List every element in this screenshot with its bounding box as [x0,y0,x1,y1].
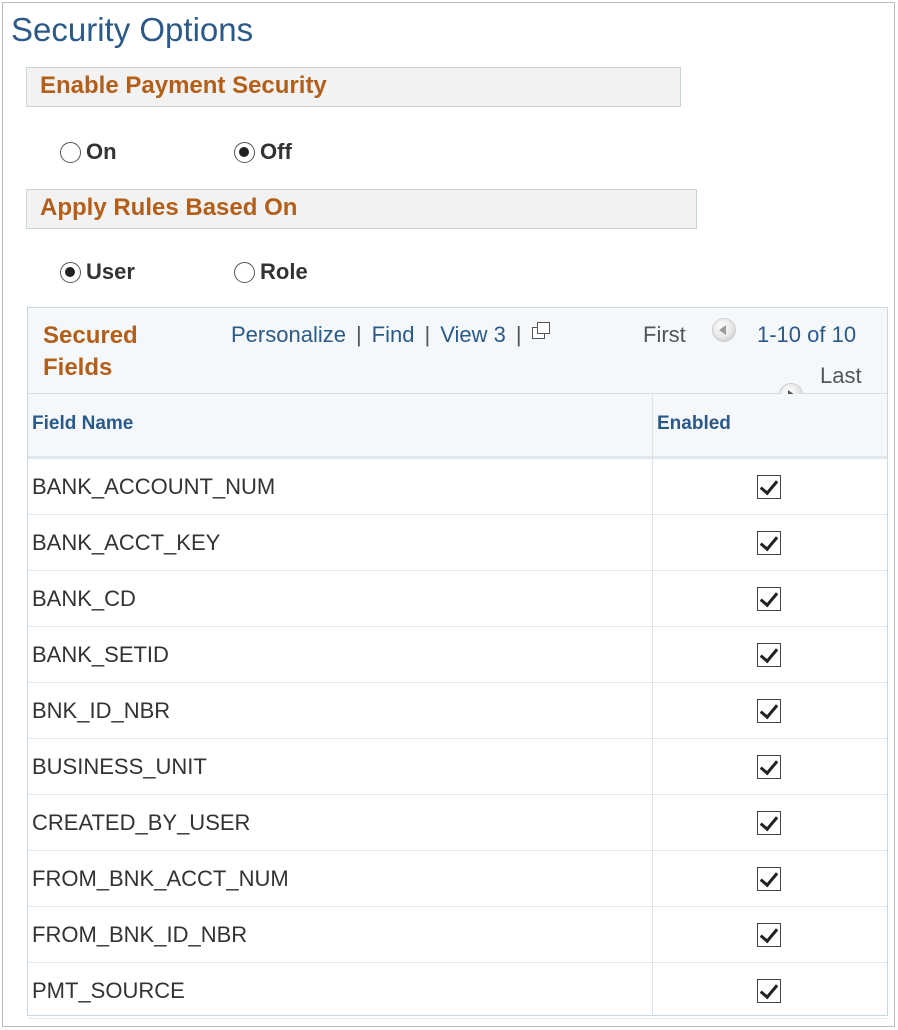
find-link[interactable]: Find [372,322,415,348]
field-name-cell: FROM_BNK_ACCT_NUM [32,866,289,891]
table-row: BANK_SETID [28,627,887,683]
grid-rows: BANK_ACCOUNT_NUM BANK_ACCT_KEY BANK_CD BANK… [28,459,887,1019]
table-row: BANK_ACCOUNT_NUM [28,459,887,515]
radio-circle-checked-icon [234,141,255,163]
apply-rules-user-radio[interactable]: User [60,259,135,285]
separator: | [355,322,362,347]
column-header-row: Field Name Enabled [28,394,887,459]
field-name-cell: PMT_SOURCE [32,978,185,1003]
enabled-checkbox[interactable] [757,475,781,499]
radio-circle-icon [60,141,81,163]
radio-label: User [86,259,135,284]
table-row: BNK_ID_NBR [28,683,887,739]
view-all-link[interactable]: View 3 [440,322,506,348]
pager-count: 1-10 of 10 [757,322,857,347]
apply-rules-label: Apply Rules Based On [40,194,298,221]
field-name-cell: BANK_CD [32,586,136,611]
table-row: BANK_CD [28,571,887,627]
grid-title: Secured Fields [43,322,138,381]
new-window-icon[interactable] [531,321,551,341]
enabled-checkbox[interactable] [757,699,781,723]
table-row: FROM_BNK_ID_NBR [28,907,887,963]
personalize-link[interactable]: Personalize [231,322,346,348]
field-name-cell: CREATED_BY_USER [32,810,251,835]
radio-label: Role [260,259,308,284]
payment-security-section: Enable Payment Security [26,67,681,107]
payment-security-off-radio[interactable]: Off [234,139,292,165]
grid-toolbar: Personalize | Find | View 3 | [231,321,551,348]
field-name-cell: BANK_SETID [32,642,169,667]
enabled-checkbox[interactable] [757,923,781,947]
enabled-checkbox[interactable] [757,979,781,1003]
enabled-checkbox[interactable] [757,867,781,891]
field-name-cell: BANK_ACCOUNT_NUM [32,474,276,499]
payment-security-on-radio[interactable]: On [60,139,117,165]
table-row: CREATED_BY_USER [28,795,887,851]
field-name-cell: BNK_ID_NBR [32,698,171,723]
field-name-cell: BUSINESS_UNIT [32,754,207,779]
table-row: FROM_BNK_ACCT_NUM [28,851,887,907]
separator: | [424,322,431,347]
enabled-checkbox[interactable] [757,587,781,611]
previous-arrow-icon [712,318,736,342]
grid-header: Secured Fields Personalize | Find | View… [28,308,887,407]
table-row: BANK_ACCT_KEY [28,515,887,571]
payment-security-label: Enable Payment Security [40,72,327,99]
radio-circle-checked-icon [60,261,81,283]
enabled-checkbox[interactable] [757,643,781,667]
pager-last[interactable]: Last [820,363,862,389]
radio-circle-icon [234,261,255,283]
page-title: Security Options [11,11,254,48]
field-name-cell: BANK_ACCT_KEY [32,530,221,555]
apply-rules-section: Apply Rules Based On [26,189,697,229]
apply-rules-role-radio[interactable]: Role [234,259,308,285]
enabled-checkbox[interactable] [757,755,781,779]
pager-first: First [643,322,686,347]
separator: | [515,322,522,347]
field-name-cell: FROM_BNK_ID_NBR [32,922,248,947]
radio-label: Off [260,139,292,164]
security-options-page: Security Options Enable Payment Security… [2,2,895,1027]
column-header-field-name[interactable]: Field Name [32,394,133,456]
radio-label: On [86,139,117,164]
column-header-enabled[interactable]: Enabled [657,394,731,456]
table-row: PMT_SOURCE [28,963,887,1019]
enabled-checkbox[interactable] [757,531,781,555]
enabled-checkbox[interactable] [757,811,781,835]
table-row: BUSINESS_UNIT [28,739,887,795]
secured-fields-grid: Secured Fields Personalize | Find | View… [27,307,888,1019]
